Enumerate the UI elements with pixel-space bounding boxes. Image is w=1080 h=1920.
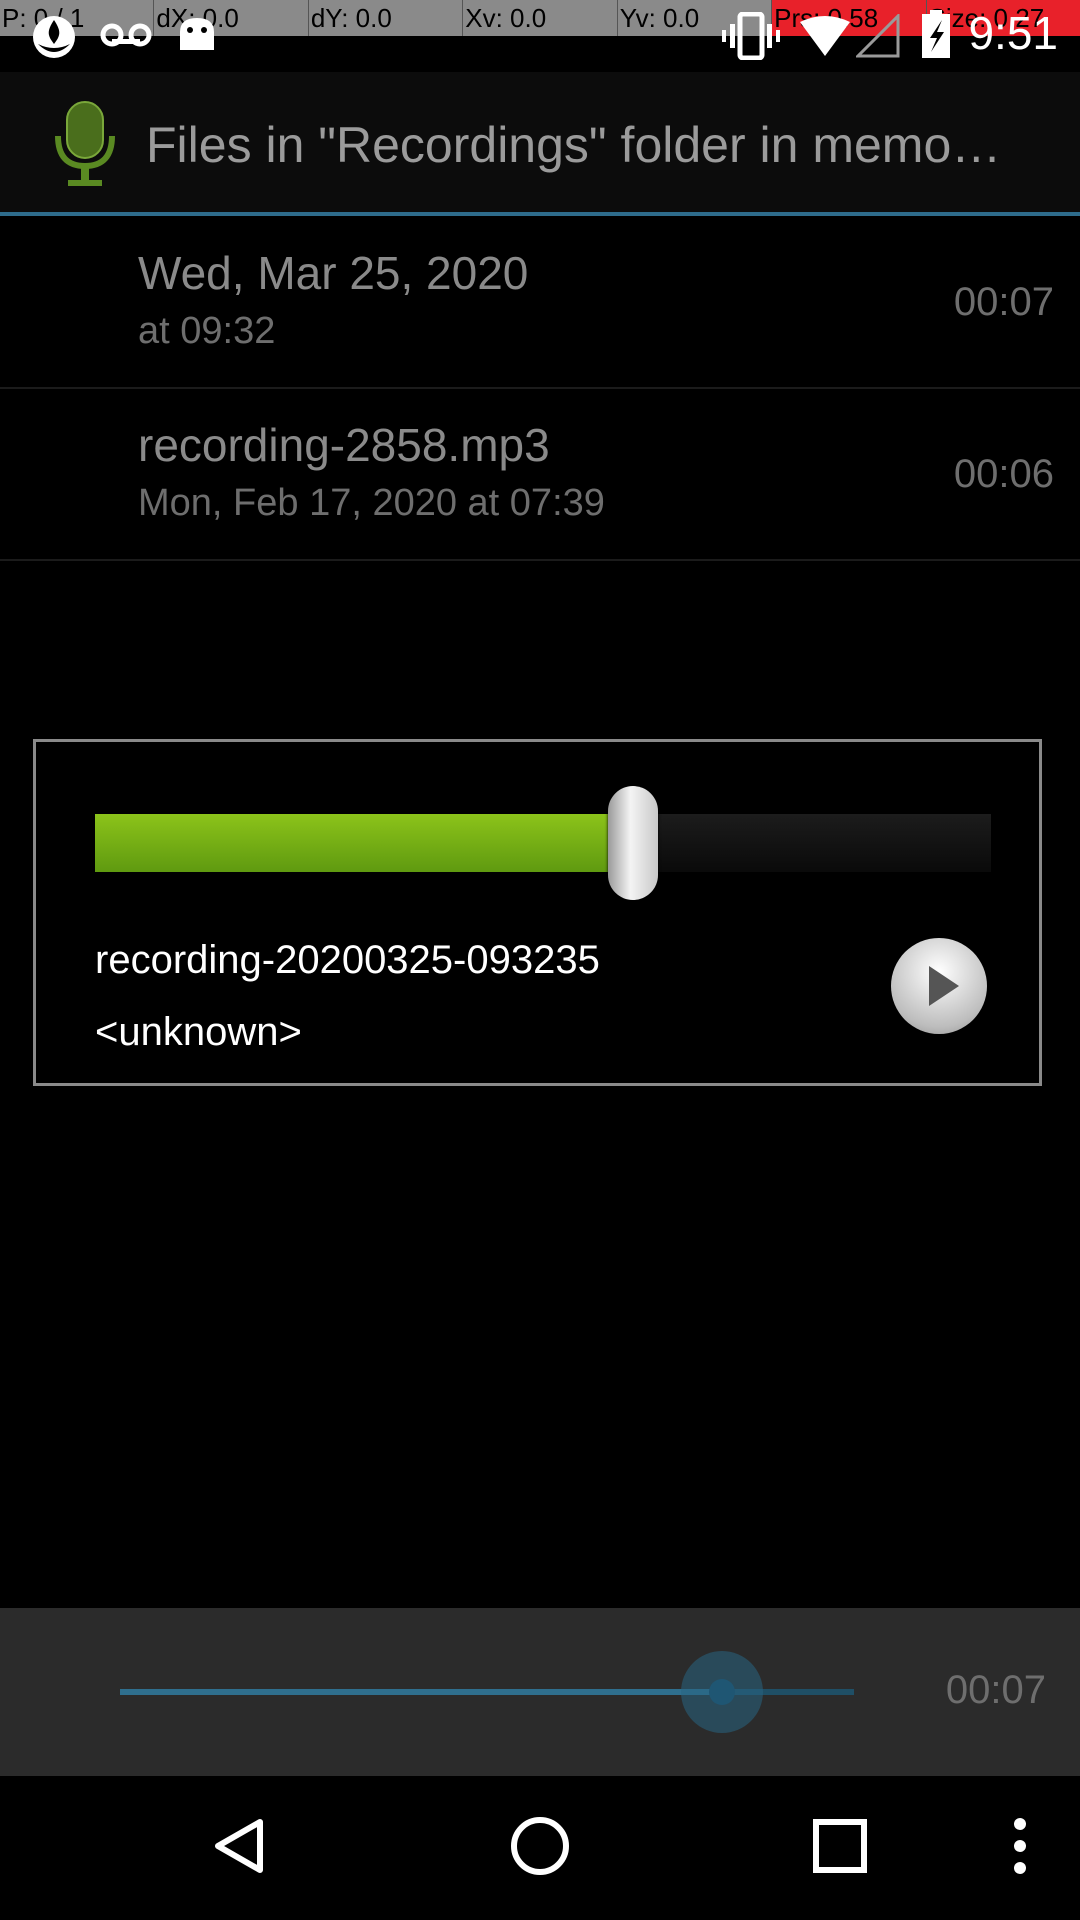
list-item[interactable]: recording-2858.mp3 Mon, Feb 17, 2020 at … (0, 388, 1080, 561)
recording-subtitle: Mon, Feb 17, 2020 at 07:39 (138, 482, 605, 524)
track-title: recording-20200325-093235 (95, 938, 600, 982)
overflow-menu-icon (1012, 1816, 1028, 1881)
velocity-y-readout: Yv: 0.0 (616, 0, 771, 36)
page-title: Files in "Recordings" folder in memo… (146, 117, 1002, 173)
recording-duration: 00:06 (953, 452, 1054, 496)
overflow-menu-button[interactable] (990, 1776, 1050, 1920)
now-playing-seekbar[interactable] (120, 1651, 854, 1733)
delta-x-readout: dX: 0.0 (153, 0, 307, 36)
seekbar-progress (95, 814, 633, 872)
now-playing-time: 00:07 (945, 1668, 1046, 1712)
home-icon (509, 1815, 571, 1882)
player-dialog: recording-20200325-093235 <unknown> (33, 739, 1042, 1086)
back-icon (210, 1816, 270, 1881)
recents-button[interactable] (790, 1776, 890, 1920)
back-button[interactable] (190, 1776, 290, 1920)
track-artist: <unknown> (95, 1010, 302, 1054)
list-item[interactable]: Wed, Mar 25, 2020 at 09:32 00:07 (0, 216, 1080, 389)
play-icon (891, 938, 987, 1039)
play-button[interactable] (891, 938, 987, 1034)
recents-icon (812, 1818, 868, 1879)
now-playing-progress (120, 1689, 722, 1695)
action-bar: Files in "Recordings" folder in memo… (0, 72, 1080, 216)
playback-seekbar[interactable] (95, 786, 991, 900)
delta-y-readout: dY: 0.0 (307, 0, 462, 36)
now-playing-bar: 00:07 (0, 1608, 1080, 1776)
recording-title: Wed, Mar 25, 2020 (138, 247, 529, 299)
pointer-count: P: 0 / 1 (2, 3, 85, 33)
pointer-location-overlay: P: 0 / 1 dX: 0.0 dY: 0.0 Xv: 0.0 Yv: 0.0… (0, 0, 1080, 36)
home-button[interactable] (490, 1776, 590, 1920)
now-playing-seekbar-thumb[interactable] (680, 1651, 763, 1733)
recording-title: recording-2858.mp3 (138, 419, 550, 471)
size-readout: Size: 0.27 (925, 0, 1080, 36)
navigation-bar (0, 1776, 1080, 1920)
microphone-icon[interactable] (50, 100, 120, 193)
seekbar-thumb[interactable] (607, 786, 658, 900)
recording-subtitle: at 09:32 (138, 310, 276, 352)
velocity-x-readout: Xv: 0.0 (462, 0, 616, 36)
recording-duration: 00:07 (953, 280, 1054, 324)
pressure-readout: Prs: 0.58 (771, 0, 926, 36)
